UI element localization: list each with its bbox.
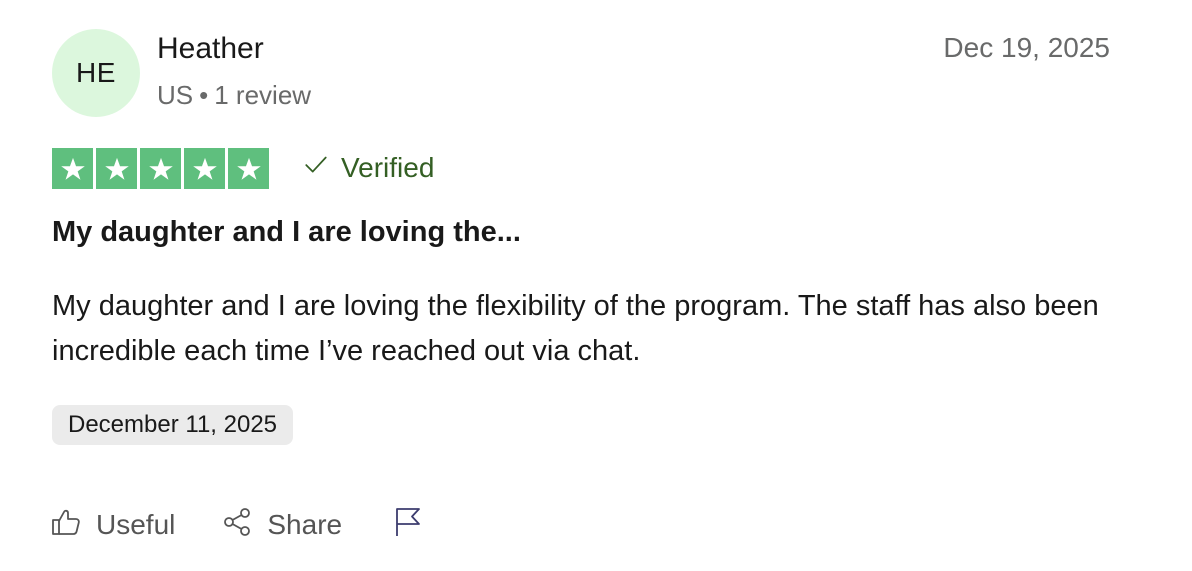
consumer-meta: US • 1 review: [157, 78, 311, 112]
consumer-country: US: [157, 80, 194, 110]
meta-separator: •: [199, 80, 209, 110]
review-body: My daughter and I are loving the flexibi…: [52, 290, 1099, 367]
review-actions: Useful Share: [50, 505, 424, 545]
star-icon: [140, 148, 181, 189]
thumbs-up-icon: [50, 506, 82, 545]
review-published-date: Dec 19, 2025: [943, 32, 1110, 63]
star-icon: [52, 148, 93, 189]
flag-icon: [392, 506, 424, 545]
share-icon: [221, 506, 253, 545]
star-icon: [228, 148, 269, 189]
checkmark-icon: [303, 150, 329, 186]
avatar-initials: HE: [76, 57, 116, 88]
consumer-review-count: 1 review: [214, 80, 312, 110]
share-button[interactable]: Share: [221, 506, 342, 545]
star-icon: [184, 148, 225, 189]
verified-label: Verified: [341, 152, 435, 183]
share-label: Share: [267, 509, 343, 540]
experience-date-badge: December 11, 2025: [52, 405, 294, 445]
star-icon: [96, 148, 137, 189]
consumer-name[interactable]: Heather: [157, 30, 264, 68]
verified-badge[interactable]: Verified: [303, 150, 434, 186]
report-button[interactable]: [392, 506, 424, 545]
useful-button[interactable]: Useful: [50, 506, 175, 545]
useful-label: Useful: [96, 509, 176, 540]
review-card: HE Heather US • 1 review Dec 19, 2025 Veri…: [0, 0, 1192, 571]
avatar[interactable]: HE: [52, 29, 140, 117]
star-rating: [52, 148, 269, 189]
review-title[interactable]: My daughter and I are loving the...: [52, 212, 521, 252]
